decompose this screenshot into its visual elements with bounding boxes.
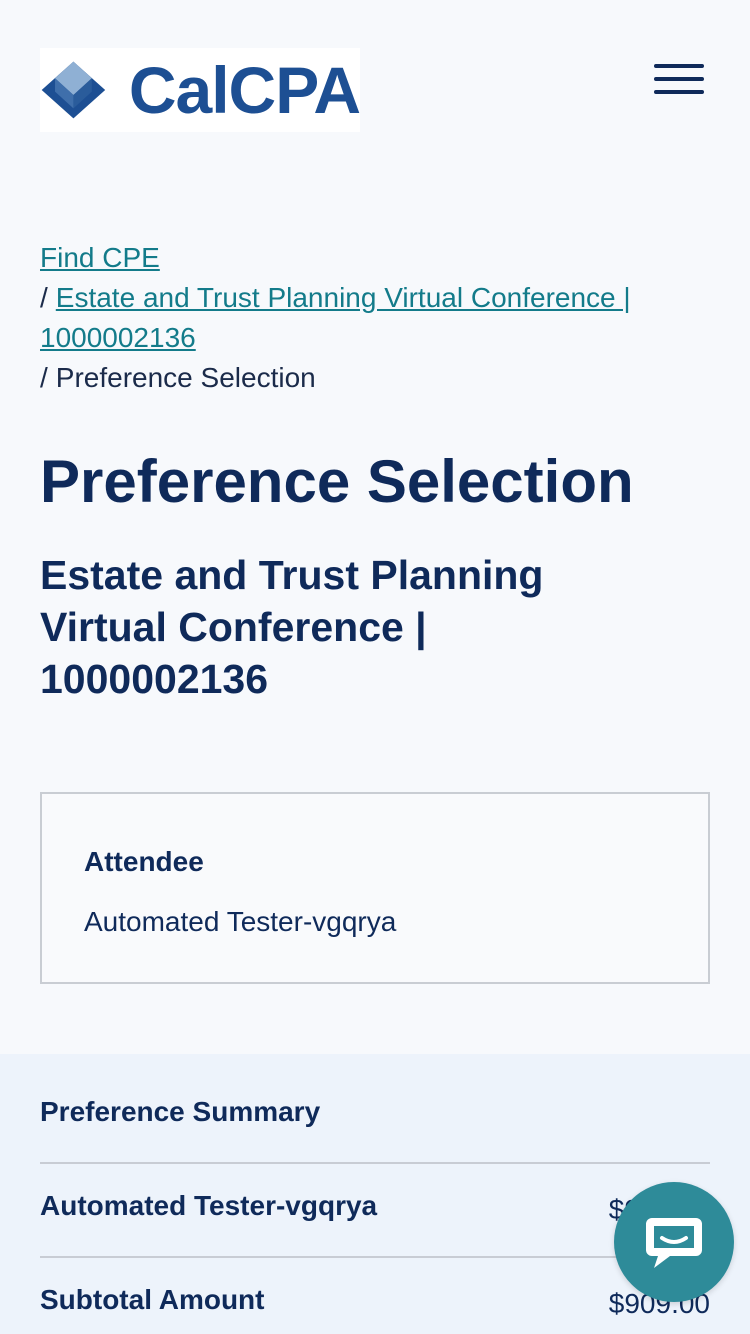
breadcrumb-current: Preference Selection bbox=[55, 362, 316, 393]
site-header: CalCPA bbox=[0, 0, 750, 170]
menu-bar bbox=[654, 77, 704, 81]
logo-wordmark: CalCPA bbox=[128, 53, 361, 127]
subtotal-label: Subtotal Amount bbox=[40, 1284, 265, 1315]
chat-bubble-icon bbox=[646, 1218, 702, 1268]
breadcrumb-separator: / bbox=[40, 362, 48, 393]
attendee-name: Automated Tester-vgqrya bbox=[84, 906, 397, 937]
hamburger-icon[interactable] bbox=[654, 60, 704, 98]
breadcrumb-link-event[interactable]: Estate and Trust Planning Virtual Confer… bbox=[40, 282, 631, 353]
event-title: Estate and Trust Planning Virtual Confer… bbox=[40, 552, 544, 702]
attendee-label: Attendee bbox=[84, 846, 204, 877]
menu-bar bbox=[654, 90, 704, 94]
summary-divider bbox=[40, 1162, 710, 1164]
summary-row-label: Automated Tester-vgqrya bbox=[40, 1190, 378, 1221]
menu-bar bbox=[654, 64, 704, 68]
page-title: Preference Selection bbox=[40, 448, 634, 515]
breadcrumb-link-find-cpe[interactable]: Find CPE bbox=[40, 242, 160, 273]
attendee-card: Attendee Automated Tester-vgqrya bbox=[40, 792, 710, 984]
chat-button[interactable] bbox=[614, 1182, 734, 1302]
calcpa-logo-mark-icon bbox=[41, 61, 106, 119]
breadcrumb-separator: / bbox=[40, 282, 48, 313]
calcpa-logo[interactable]: CalCPA bbox=[40, 48, 361, 132]
summary-title: Preference Summary bbox=[40, 1096, 321, 1127]
breadcrumb: Find CPE / Estate and Trust Planning Virt… bbox=[40, 238, 710, 398]
summary-divider bbox=[40, 1256, 710, 1258]
